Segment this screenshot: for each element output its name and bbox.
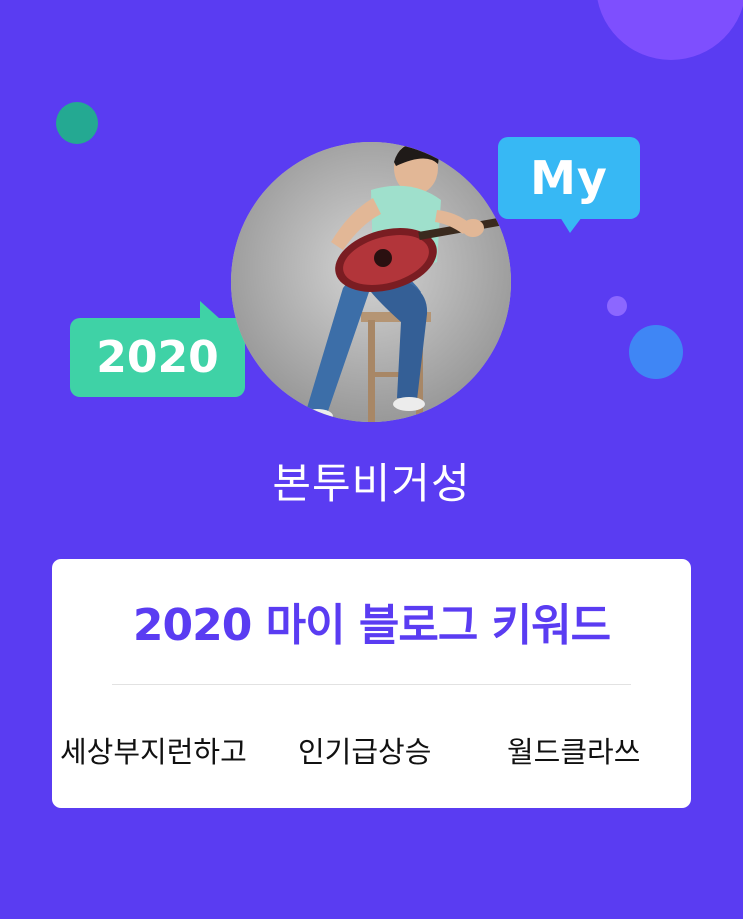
keyword-card: 2020 마이 블로그 키워드 세상부지런하고 인기급상승 월드클라쓰 — [52, 559, 691, 808]
my-bubble-label: My — [530, 151, 608, 205]
bubble-tail — [200, 301, 220, 319]
decorative-circle — [629, 325, 683, 379]
decorative-circle — [596, 0, 743, 60]
keyword-item: 세상부지런하고 — [60, 735, 247, 769]
year-bubble-label: 2020 — [96, 332, 219, 383]
guitarist-photo — [231, 142, 511, 422]
keyword-item: 월드클라쓰 — [507, 735, 641, 769]
my-speech-bubble: My — [498, 137, 640, 233]
divider — [112, 684, 631, 685]
keyword-item: 인기급상승 — [298, 735, 432, 769]
bubble-tail — [560, 217, 582, 233]
blog-name: 본투비거성 — [272, 459, 471, 508]
year-speech-bubble: 2020 — [70, 301, 245, 397]
profile-avatar — [231, 142, 511, 422]
decorative-circle — [56, 102, 98, 144]
decorative-circle — [607, 296, 627, 316]
card-title: 2020 마이 블로그 키워드 — [132, 600, 611, 651]
